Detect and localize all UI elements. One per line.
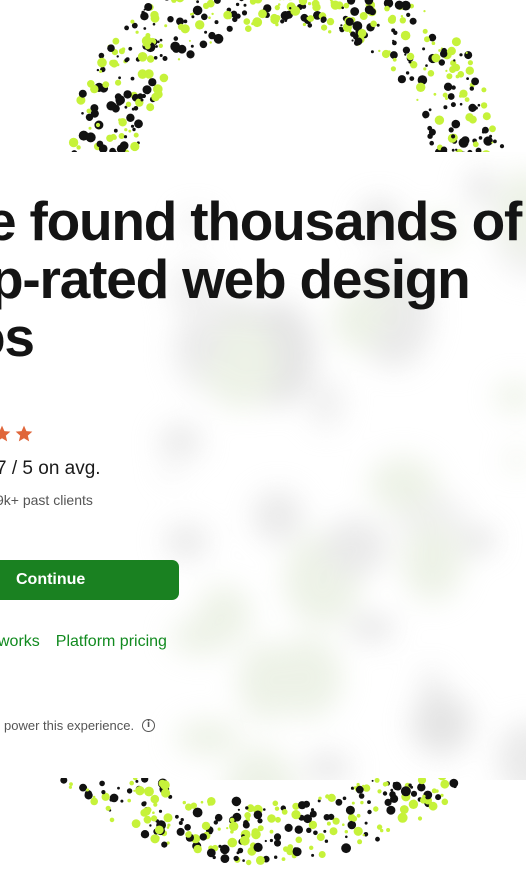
blur-blob <box>460 526 495 555</box>
info-icon[interactable]: i <box>142 719 156 732</box>
star-icon <box>0 425 11 442</box>
blur-blob <box>368 457 438 512</box>
blur-blob <box>174 719 242 755</box>
blur-blob <box>410 692 473 756</box>
disclaimer-text: power this experience. <box>4 718 135 733</box>
blur-blob <box>160 465 181 478</box>
blur-blob <box>158 423 202 459</box>
rating-stars <box>0 424 34 444</box>
blur-blob <box>304 751 352 780</box>
blur-blob <box>401 523 463 602</box>
blur-blob <box>164 524 210 560</box>
dots-pattern-bottom <box>60 778 459 866</box>
blur-blob <box>253 490 304 542</box>
disclaimer: power this experience. i <box>4 718 156 733</box>
headline-line-1: e found thousands of <box>0 190 522 252</box>
info-links: works Platform pricing <box>0 633 167 651</box>
main-card: e found thousands of p-rated web design … <box>0 152 526 780</box>
rating-value: 7 / 5 on avg. <box>0 458 101 479</box>
blur-blob <box>169 619 234 656</box>
decorative-dots-top <box>0 0 526 152</box>
blur-blob <box>272 636 343 718</box>
headline-line-2: p-rated web design <box>0 248 471 310</box>
how-it-works-link[interactable]: works <box>0 633 40 651</box>
page-headline: e found thousands of p-rated web design … <box>0 190 522 368</box>
blur-blob <box>309 377 345 430</box>
blur-blob <box>323 518 388 576</box>
blur-blob <box>223 746 298 780</box>
blur-blob <box>495 382 526 411</box>
blur-blob <box>506 450 526 471</box>
rating-clients-count: 9k+ past clients <box>0 492 93 508</box>
headline-line-3: os <box>0 306 35 368</box>
dots-pattern-top <box>68 0 505 152</box>
blur-blob <box>348 616 396 641</box>
platform-pricing-link[interactable]: Platform pricing <box>56 633 167 651</box>
decorative-dots-bottom <box>0 778 526 874</box>
continue-button[interactable]: Continue <box>0 560 179 600</box>
star-icon <box>15 425 33 442</box>
